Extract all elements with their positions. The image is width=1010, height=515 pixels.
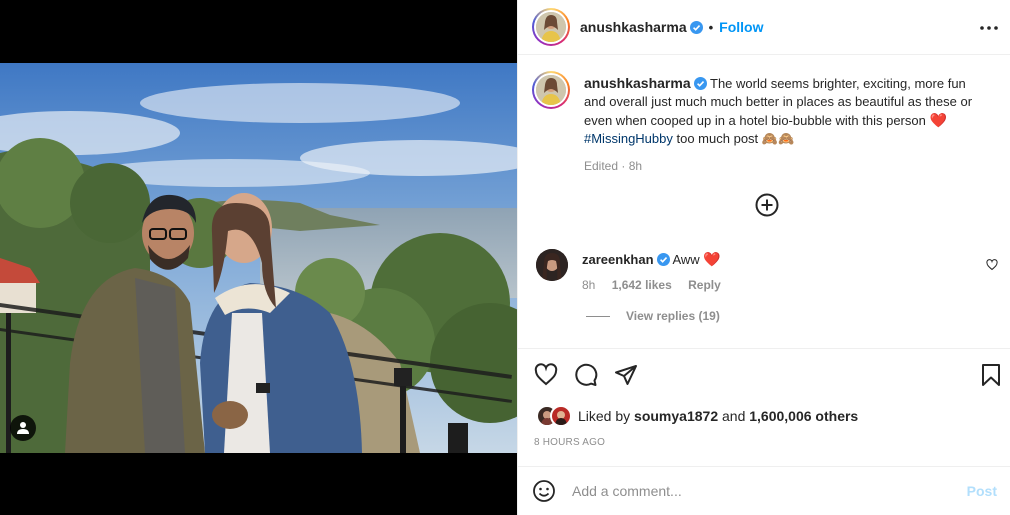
view-replies-label: View replies (19) — [626, 309, 720, 323]
more-options-button[interactable] — [979, 20, 999, 36]
post-comment-button[interactable]: Post — [967, 483, 997, 499]
add-comment-bar: Post — [518, 466, 1010, 515]
hashtag-link[interactable]: #MissingHubby — [584, 131, 673, 146]
couple-seaside-photo — [0, 63, 517, 453]
author-username[interactable]: anushkasharma — [580, 19, 687, 35]
verified-badge-icon — [656, 253, 670, 266]
comment-text: Aww — [672, 252, 700, 267]
caption-edited-time: Edited · 8h — [584, 159, 643, 173]
smiley-icon[interactable] — [532, 479, 556, 503]
user-tag-icon — [17, 422, 29, 434]
avatar-image — [536, 12, 566, 42]
reply-button[interactable]: Reply — [688, 278, 721, 292]
comment-bubble-icon[interactable] — [574, 363, 598, 387]
comment-item: zareenkhan Aww ❤️ 8h 1,642 likes Reply — [536, 249, 1006, 292]
heart-emoji: ❤️ — [929, 112, 947, 128]
author-avatar[interactable] — [532, 8, 570, 46]
comments-list[interactable]: anushkasharma The world seems brighter, … — [518, 56, 1010, 348]
comment-meta: 8h 1,642 likes Reply — [582, 278, 734, 292]
liked-by-prefix: Liked by — [578, 408, 631, 424]
liker-avatar[interactable] — [550, 405, 572, 427]
caption-suffix: too much post 🙈🙈 — [676, 131, 795, 146]
post-media — [0, 0, 517, 515]
caption-author-avatar[interactable] — [532, 71, 570, 109]
header-separator: • — [708, 19, 714, 35]
avatar-image — [536, 249, 568, 281]
likes-summary: Liked by soumya1872 and 1,600,006 others — [536, 405, 858, 427]
comment-likes[interactable]: 1,642 likes — [612, 278, 672, 292]
post-photo[interactable] — [0, 63, 517, 453]
liked-by-and: and — [722, 408, 746, 424]
others-count[interactable]: 1,600,006 others — [749, 408, 858, 424]
post-header: anushkasharma • Follow — [518, 0, 1010, 55]
commenter-avatar[interactable] — [536, 249, 568, 281]
plus-circle-icon — [755, 193, 779, 217]
post-side-panel: anushkasharma • Follow anushkasharma The… — [517, 0, 1010, 515]
verified-badge-icon — [693, 77, 707, 90]
action-icons — [534, 363, 638, 387]
verified-badge-icon — [689, 20, 703, 34]
replies-divider — [586, 315, 610, 317]
heart-outline-icon[interactable] — [534, 363, 558, 387]
load-more-comments-button[interactable] — [755, 193, 779, 217]
bookmark-icon[interactable] — [979, 363, 1003, 387]
post-dialog: anushkasharma • Follow anushkasharma The… — [0, 0, 1010, 515]
avatar-image — [555, 411, 567, 425]
user-tag-button[interactable] — [10, 415, 36, 441]
view-replies-button[interactable]: View replies (19) — [586, 309, 720, 323]
heart-emoji: ❤️ — [703, 251, 721, 267]
follow-button[interactable]: Follow — [719, 19, 763, 35]
comment-input[interactable] — [572, 483, 967, 499]
avatar-image — [536, 75, 566, 105]
post-actions: Liked by soumya1872 and 1,600,006 others… — [518, 348, 1010, 466]
liked-by-user[interactable]: soumya1872 — [634, 408, 718, 424]
paper-plane-icon[interactable] — [614, 363, 638, 387]
caption-author[interactable]: anushkasharma — [584, 75, 691, 91]
commenter-username[interactable]: zareenkhan — [582, 252, 654, 267]
liker-avatars — [536, 405, 574, 427]
more-options-icon — [980, 26, 998, 30]
comment-time[interactable]: 8h — [582, 278, 595, 292]
post-caption: anushkasharma The world seems brighter, … — [532, 71, 984, 175]
post-timestamp[interactable]: 8 HOURS AGO — [534, 437, 605, 448]
comment-like-icon[interactable] — [986, 259, 998, 271]
